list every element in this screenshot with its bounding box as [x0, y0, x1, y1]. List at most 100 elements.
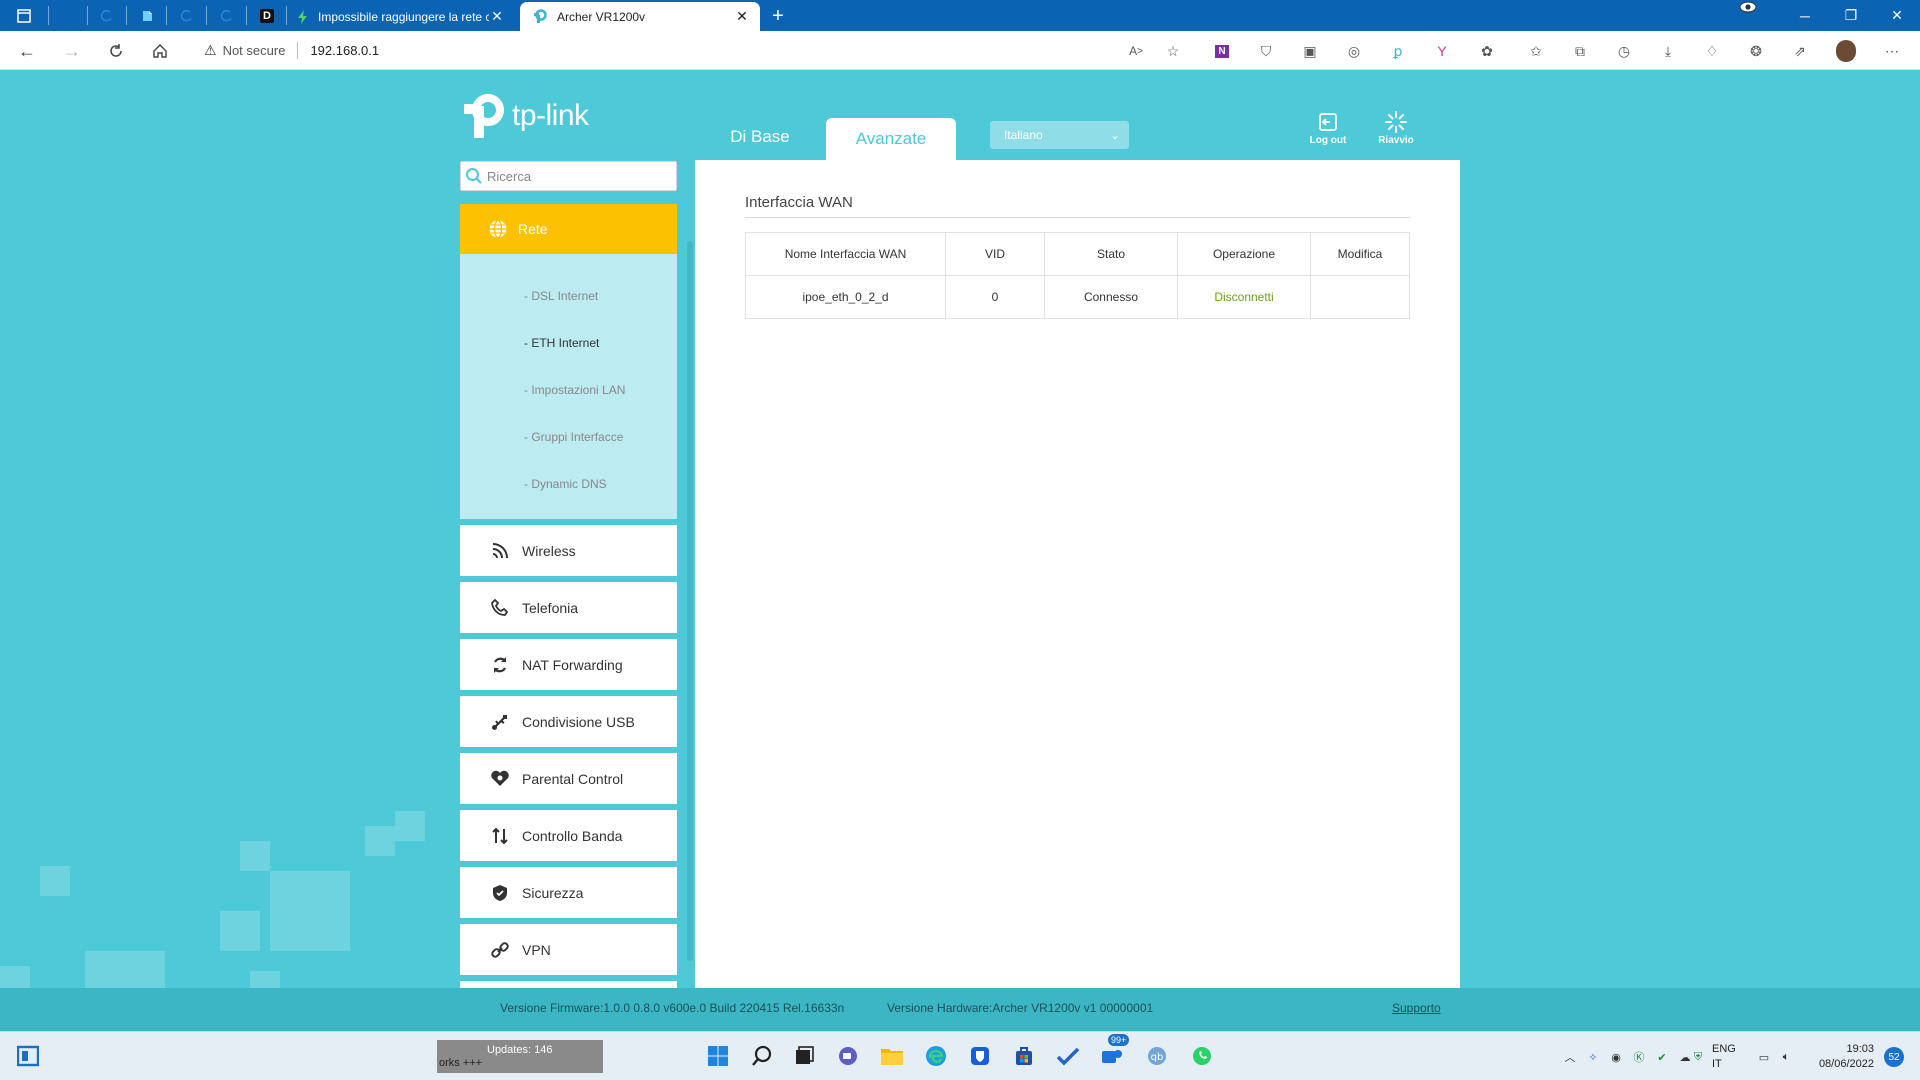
submenu-item-dsl-internet[interactable]: - DSL Internet: [460, 272, 677, 319]
new-tab-button[interactable]: +: [766, 4, 790, 28]
logout-icon: [1298, 111, 1358, 133]
pinned-tab-refresh-icon[interactable]: [208, 4, 246, 28]
windows-taskbar: Updates: 146 orks +++ 99+ qb ︿ ✧ ◉ Ⓚ ✔ ☁…: [0, 1031, 1920, 1080]
back-button[interactable]: ←: [15, 39, 39, 63]
submenu-item-impostazioni-lan[interactable]: - Impostazioni LAN: [460, 366, 677, 413]
tray-eye-icon[interactable]: ◉: [1608, 1049, 1624, 1065]
read-aloud-icon[interactable]: A >: [1126, 41, 1146, 61]
pinned-tab-file-icon[interactable]: [128, 4, 166, 28]
pinned-tab-refresh-icon[interactable]: [168, 4, 206, 28]
submenu-item-dynamic-dns[interactable]: - Dynamic DNS: [460, 460, 677, 507]
reboot-button[interactable]: Riavvio: [1366, 111, 1426, 146]
sidebar-item-label: Controllo Banda: [522, 827, 623, 844]
close-icon[interactable]: ✕: [489, 8, 505, 25]
favorites-icon[interactable]: ✩: [1526, 41, 1546, 61]
close-window-button[interactable]: ✕: [1874, 0, 1920, 31]
pinned-tab-d[interactable]: D: [248, 4, 286, 28]
sidebar-item-rete[interactable]: Rete: [460, 204, 677, 254]
sidebar-scrollbar[interactable]: [687, 241, 693, 961]
forward-button[interactable]: →: [60, 39, 84, 63]
content-panel: Interfaccia WAN Nome Interfaccia WAN VID…: [695, 160, 1460, 990]
add-favorite-icon[interactable]: ☆: [1163, 41, 1183, 61]
logout-button[interactable]: Log out: [1298, 111, 1358, 146]
volume-icon[interactable]: 🔈︎: [1778, 1049, 1794, 1065]
tray-app-icon[interactable]: ✧: [1585, 1049, 1601, 1065]
task-view-button-icon[interactable]: [790, 1042, 818, 1070]
pinned-tab-refresh-icon[interactable]: [88, 4, 126, 28]
search-input[interactable]: Ricerca: [460, 161, 677, 191]
sidebar-item-parental-control[interactable]: Parental Control: [460, 753, 677, 804]
reload-button[interactable]: [104, 39, 128, 63]
url-text[interactable]: 192.168.0.1: [310, 43, 379, 58]
start-icon[interactable]: [704, 1042, 732, 1070]
share-icon[interactable]: ⇗: [1790, 41, 1810, 61]
security-indicator[interactable]: ⚠ Not secure: [204, 42, 285, 59]
tab-actions-icon[interactable]: [5, 4, 43, 28]
system-clock[interactable]: 19:03 08/06/2022: [1808, 1042, 1874, 1072]
more-options-icon[interactable]: ⋯: [1882, 41, 1902, 61]
network-icon[interactable]: ▭: [1756, 1049, 1772, 1065]
todo-icon[interactable]: [1054, 1042, 1082, 1070]
omnibox[interactable]: ⚠ Not secure 192.168.0.1: [190, 36, 1135, 65]
shield-extension-icon[interactable]: ⛉: [1256, 41, 1276, 61]
table-row: ipoe_eth_0_2_d 0 Connesso Disconnetti: [745, 275, 1410, 319]
submenu-item-eth-internet[interactable]: - ETH Internet: [460, 319, 677, 366]
notification-badge: 99+: [1108, 1034, 1130, 1046]
wireless-icon: [488, 542, 512, 560]
shopping-icon[interactable]: ♢: [1702, 41, 1722, 61]
chat-icon[interactable]: [834, 1042, 862, 1070]
file-explorer-icon[interactable]: [878, 1042, 906, 1070]
bitwarden-icon[interactable]: [966, 1042, 994, 1070]
minimize-button[interactable]: ─: [1782, 0, 1828, 31]
tab-unreachable[interactable]: Impossibile raggiungere la rete c ✕: [285, 2, 515, 31]
submenu-item-gruppi-interfacce[interactable]: - Gruppi Interfacce: [460, 413, 677, 460]
whatsapp-icon[interactable]: [1188, 1042, 1216, 1070]
sidebar-item-condivisione-usb[interactable]: Condivisione USB: [460, 696, 677, 747]
close-icon[interactable]: ✕: [734, 8, 750, 25]
tray-shield-icon[interactable]: ⛨: [1690, 1049, 1706, 1065]
profile-avatar[interactable]: [1836, 40, 1856, 62]
vpn-link-icon: [488, 941, 512, 959]
tp-link-favicon-icon: [532, 8, 548, 25]
onenote-icon[interactable]: N: [1212, 41, 1232, 61]
input-language-indicator[interactable]: ENG IT: [1712, 1042, 1736, 1072]
collections-icon[interactable]: ⧉: [1570, 41, 1590, 61]
qbittorrent-icon[interactable]: qb: [1143, 1042, 1171, 1070]
download-icon[interactable]: ⤓: [1658, 41, 1678, 61]
circle-extension-icon[interactable]: ◎: [1344, 41, 1364, 61]
tp-link-extension-icon[interactable]: ꝑ: [1388, 41, 1408, 61]
tray-k-icon[interactable]: Ⓚ: [1631, 1049, 1647, 1065]
home-button[interactable]: [148, 39, 172, 63]
notification-count[interactable]: 52: [1884, 1047, 1904, 1067]
sidebar-item-wireless[interactable]: Wireless: [460, 525, 677, 576]
tab-avanzate[interactable]: Avanzate: [826, 118, 956, 160]
sidebar-item-nat-forwarding[interactable]: NAT Forwarding: [460, 639, 677, 690]
extensions-icon[interactable]: ✿: [1477, 41, 1497, 61]
office-extension-icon[interactable]: ▣: [1300, 41, 1320, 61]
tab-archer[interactable]: Archer VR1200v ✕: [520, 2, 760, 31]
support-link[interactable]: Supporto: [1392, 1001, 1441, 1015]
sidebar-item-controllo-banda[interactable]: Controllo Banda: [460, 810, 677, 861]
history-icon[interactable]: ◷: [1614, 41, 1634, 61]
clock-time: 19:03: [1846, 1043, 1874, 1055]
tab-di-base[interactable]: Di Base: [705, 117, 815, 157]
chevron-up-icon[interactable]: ︿: [1562, 1049, 1578, 1065]
search-icon[interactable]: [748, 1042, 776, 1070]
updates-widget[interactable]: Updates: 146 orks +++: [437, 1040, 603, 1073]
task-view-icon[interactable]: [14, 1042, 42, 1070]
background-tile: [240, 841, 270, 871]
edit-cell[interactable]: [1310, 275, 1410, 319]
performance-icon[interactable]: ❂: [1746, 41, 1766, 61]
teams-icon[interactable]: 99+: [1098, 1034, 1130, 1070]
sidebar-item-label: Condivisione USB: [522, 713, 635, 730]
store-icon[interactable]: [1010, 1042, 1038, 1070]
sidebar-item-telefonia[interactable]: Telefonia: [460, 582, 677, 633]
sidebar-item-sicurezza[interactable]: Sicurezza: [460, 867, 677, 918]
disconnect-link[interactable]: Disconnetti: [1177, 275, 1311, 319]
edge-browser-icon[interactable]: [922, 1042, 950, 1070]
restore-button[interactable]: ❐: [1828, 0, 1874, 31]
tray-check-icon[interactable]: ✔: [1654, 1049, 1670, 1065]
y-extension-icon[interactable]: Y: [1432, 41, 1452, 61]
language-select[interactable]: Italiano ⌄: [990, 121, 1129, 149]
sidebar-item-vpn[interactable]: VPN: [460, 924, 677, 975]
